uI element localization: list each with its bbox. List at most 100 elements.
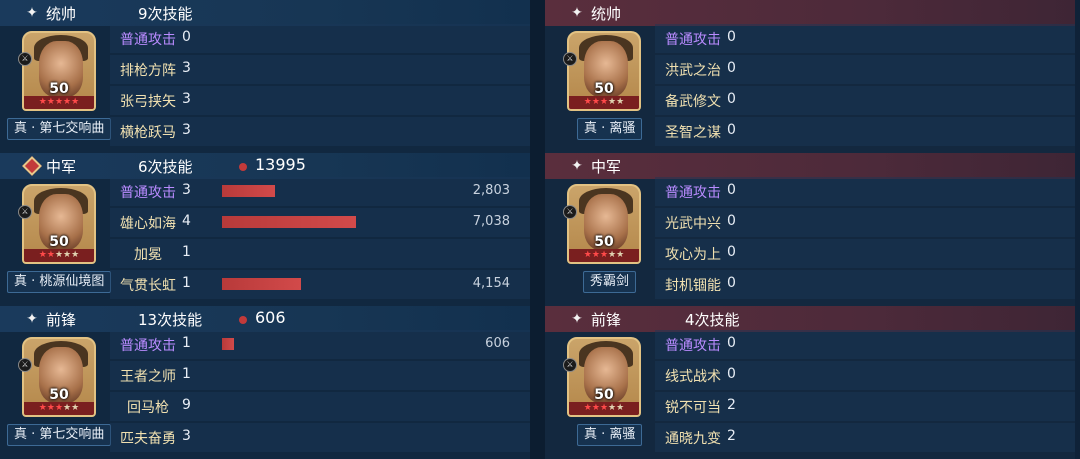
hero-portrait[interactable]: 50 ★★★★★ xyxy=(22,184,96,264)
skill-name: 光武中兴 xyxy=(665,216,721,232)
skill-name: 锐不可当 xyxy=(665,400,721,416)
skill-row: 普通攻击 1 606 xyxy=(110,330,530,361)
skill-cast-count: 2 xyxy=(727,428,736,444)
skill-cast-count: 9 xyxy=(182,397,191,413)
skill-name: 洪武之治 xyxy=(665,63,721,79)
hero-portrait[interactable]: 50 ★★★★★ xyxy=(22,337,96,417)
skill-cast-count: 3 xyxy=(182,428,191,444)
star-icon: ★ xyxy=(591,250,600,260)
red-dot-icon xyxy=(239,316,247,324)
star-icon: ★ xyxy=(591,97,600,107)
skill-row: 加冕 1 xyxy=(110,239,530,270)
damage-bar xyxy=(222,338,234,350)
sparkle-icon: ✦ xyxy=(571,311,583,327)
skill-name: 回马枪 xyxy=(127,400,169,416)
skill-cast-count: 3 xyxy=(182,60,191,76)
skill-count-label: 6次技能 xyxy=(138,158,193,176)
skill-row: 普通攻击 0 xyxy=(110,24,530,55)
skill-cast-count: 0 xyxy=(727,366,736,382)
skill-row: 攻心为上 0 xyxy=(655,239,1075,270)
skill-cast-count: 0 xyxy=(727,213,736,229)
star-icon: ★ xyxy=(38,250,47,260)
hero-portrait[interactable]: 50 ★★★★★ xyxy=(22,31,96,111)
star-rating: ★★★★★ xyxy=(569,96,639,109)
star-icon: ★ xyxy=(599,250,609,260)
skill-row: 通晓九变 2 xyxy=(655,423,1075,454)
skill-name: 张弓挟矢 xyxy=(120,94,176,110)
star-icon: ★ xyxy=(591,403,600,413)
skill-cast-count: 3 xyxy=(182,182,191,198)
damage-bar xyxy=(222,278,301,290)
star-icon: ★ xyxy=(599,403,609,413)
weapon-type-icon: ⚔ xyxy=(563,52,577,66)
diamond-shape xyxy=(22,156,42,176)
star-icon: ★ xyxy=(583,97,592,107)
skill-name: 封机锢能 xyxy=(665,278,721,294)
skill-cast-count: 1 xyxy=(182,335,191,351)
skill-cast-count: 0 xyxy=(727,244,736,260)
skill-cast-count: 1 xyxy=(182,275,191,291)
right-section-中军: ✦ 中军 50 ★★★★★ ⚔ 秀霸剑 普通攻击 0 光武中兴 0 攻心为上 0 封机锢能 0 xyxy=(545,153,1075,306)
gear-tag[interactable]: 真 · 第七交响曲 xyxy=(7,424,112,446)
diamond-emblem-icon xyxy=(22,156,42,176)
left-section-前锋: ✦ 前锋 13次技能 606 50 ★★★★★ ⚔ 真 · 第七交响曲 普通攻击 1 606 王者之师… xyxy=(0,306,530,459)
star-icon: ★ xyxy=(71,97,80,107)
hero-portrait[interactable]: 50 ★★★★★ xyxy=(567,31,641,111)
star-icon: ★ xyxy=(54,250,64,260)
skill-name: 普通攻击 xyxy=(120,185,176,201)
role-label: 统帅 xyxy=(591,5,622,23)
section-header: ✦ 统帅 9次技能 xyxy=(0,0,530,26)
gear-tag[interactable]: 真 · 离骚 xyxy=(577,118,643,140)
star-icon: ★ xyxy=(46,250,55,260)
skill-cast-count: 4 xyxy=(182,213,191,229)
hero-portrait[interactable]: 50 ★★★★★ xyxy=(567,184,641,264)
weapon-type-icon: ⚔ xyxy=(18,205,32,219)
skill-name: 雄心如海 xyxy=(120,216,176,232)
skill-name: 圣智之谋 xyxy=(665,125,721,141)
skill-name: 横枪跃马 xyxy=(120,125,176,141)
skill-name: 通晓九变 xyxy=(665,431,721,447)
hero-level: 50 xyxy=(594,234,614,250)
skill-name: 普通攻击 xyxy=(665,185,721,201)
star-icon: ★ xyxy=(38,97,47,107)
star-icon: ★ xyxy=(616,250,625,260)
sparkle-icon: ✦ xyxy=(571,158,583,174)
role-label: 统帅 xyxy=(46,5,77,23)
skill-cast-count: 3 xyxy=(182,91,191,107)
skill-row: 圣智之谋 0 xyxy=(655,117,1075,148)
skill-row: 横枪跃马 3 xyxy=(110,117,530,148)
skill-row: 洪武之治 0 xyxy=(655,55,1075,86)
skill-row: 光武中兴 0 xyxy=(655,208,1075,239)
star-icon: ★ xyxy=(71,403,80,413)
skill-row: 普通攻击 0 xyxy=(655,177,1075,208)
left-section-中军: 中军 6次技能 13995 50 ★★★★★ ⚔ 真 · 桃源仙境图 普通攻击 3 2,803 雄心… xyxy=(0,153,530,306)
gear-tag[interactable]: 真 · 桃源仙境图 xyxy=(7,271,112,293)
sparkle-icon: ✦ xyxy=(571,5,583,21)
role-label: 前锋 xyxy=(591,311,622,329)
star-icon: ★ xyxy=(608,97,617,107)
gear-tag[interactable]: 真 · 第七交响曲 xyxy=(7,118,112,140)
star-rating: ★★★★★ xyxy=(24,249,94,262)
skill-row: 雄心如海 4 7,038 xyxy=(110,208,530,239)
gear-tag[interactable]: 秀霸剑 xyxy=(583,271,637,293)
section-header: 中军 6次技能 13995 xyxy=(0,153,530,179)
hero-level: 50 xyxy=(49,234,69,250)
skill-row: 锐不可当 2 xyxy=(655,392,1075,423)
star-icon: ★ xyxy=(608,403,617,413)
gear-tag[interactable]: 真 · 离骚 xyxy=(577,424,643,446)
panel-divider xyxy=(530,0,545,459)
star-rating: ★★★★★ xyxy=(569,402,639,415)
skill-row: 气贯长虹 1 4,154 xyxy=(110,270,530,301)
role-label: 前锋 xyxy=(46,311,77,329)
skill-cast-count: 1 xyxy=(182,244,191,260)
skill-row: 普通攻击 3 2,803 xyxy=(110,177,530,208)
hero-portrait[interactable]: 50 ★★★★★ xyxy=(567,337,641,417)
skill-cast-count: 0 xyxy=(727,275,736,291)
star-icon: ★ xyxy=(46,97,55,107)
skill-cast-count: 0 xyxy=(727,335,736,351)
skill-cast-count: 0 xyxy=(727,122,736,138)
skill-count-label: 4次技能 xyxy=(685,311,740,329)
star-icon: ★ xyxy=(583,403,592,413)
star-icon: ★ xyxy=(599,97,609,107)
skill-name: 普通攻击 xyxy=(665,32,721,48)
